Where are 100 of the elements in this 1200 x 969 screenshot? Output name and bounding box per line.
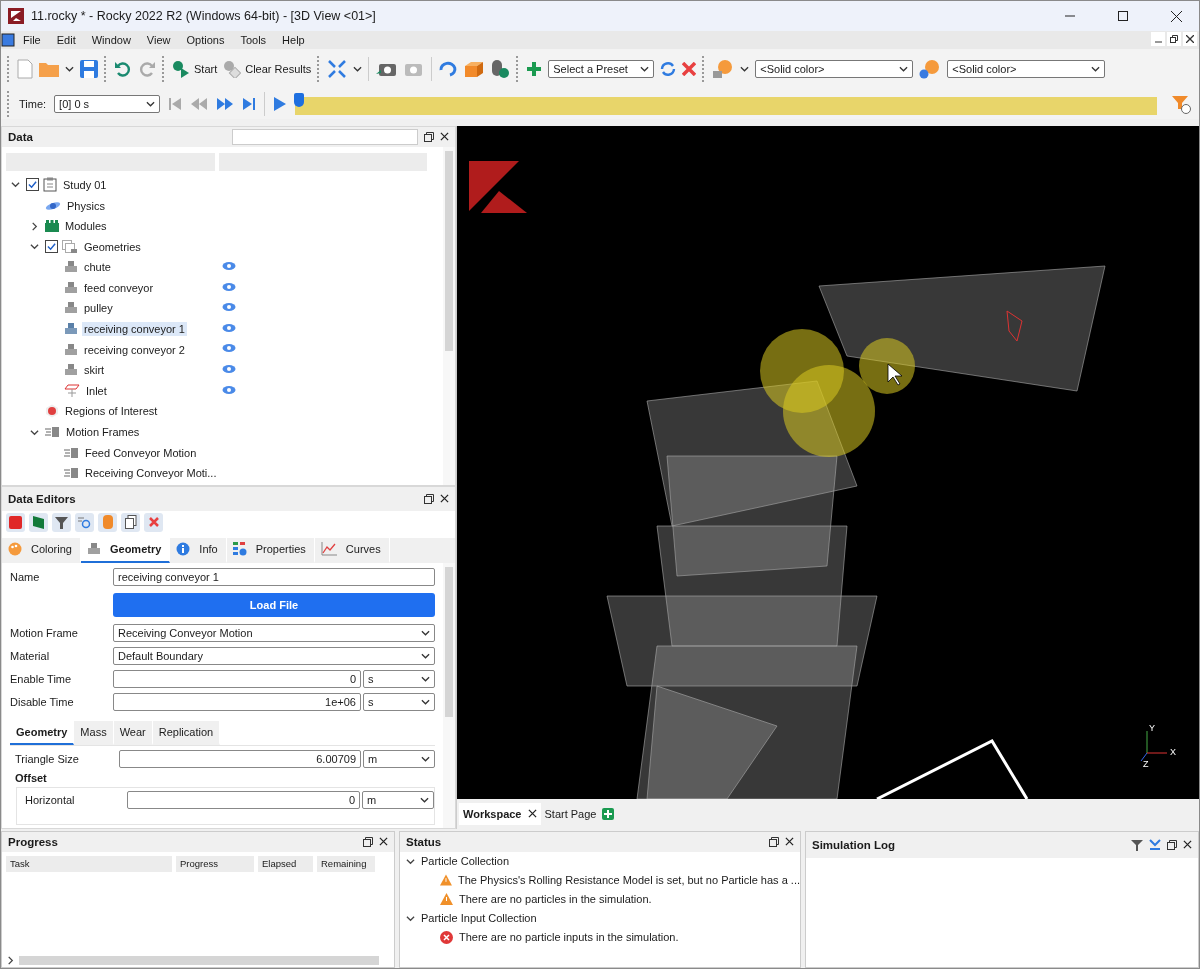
- clear-results-button[interactable]: Clear Results: [223, 55, 312, 82]
- cube-button[interactable]: [6, 512, 25, 532]
- tree-item[interactable]: Regions of Interest: [63, 404, 160, 419]
- column-header[interactable]: Elapsed: [258, 855, 313, 872]
- play-icon[interactable]: [273, 95, 288, 112]
- float-window-icon[interactable]: [1167, 839, 1177, 850]
- start-button[interactable]: Start: [172, 55, 218, 82]
- menu-item[interactable]: Help: [274, 33, 313, 46]
- tree-item[interactable]: pulley: [82, 301, 115, 316]
- 3d-viewport[interactable]: Y X Z: [457, 125, 1199, 799]
- motion-frame-select[interactable]: Receiving Conveyor Motion: [113, 623, 435, 642]
- unit-select[interactable]: m: [362, 790, 434, 809]
- tree-item[interactable]: Physics: [65, 198, 107, 213]
- column-header[interactable]: Remaining: [317, 855, 375, 872]
- menu-item[interactable]: Window: [83, 33, 139, 46]
- menu-item[interactable]: Edit: [48, 33, 84, 46]
- status-group[interactable]: Particle Collection: [421, 855, 510, 868]
- delete-x-icon[interactable]: [682, 61, 697, 76]
- eye-icon[interactable]: [222, 281, 236, 294]
- delete-button[interactable]: [144, 512, 163, 532]
- column-header[interactable]: Progress: [176, 855, 254, 872]
- checkbox[interactable]: [45, 240, 58, 254]
- redo-icon[interactable]: [138, 59, 156, 78]
- load-file-button[interactable]: Load File: [113, 592, 435, 617]
- skip-start-icon[interactable]: [168, 96, 183, 111]
- close-icon[interactable]: [1183, 840, 1192, 850]
- palette-icon[interactable]: [712, 58, 735, 79]
- tree-item[interactable]: Inlet: [84, 383, 109, 398]
- horizontal-input[interactable]: 0: [127, 790, 360, 809]
- fast-forward-icon[interactable]: [216, 96, 235, 111]
- workspace-tab[interactable]: Workspace: [459, 802, 541, 825]
- material-select[interactable]: Default Boundary: [113, 646, 435, 665]
- menu-item[interactable]: File: [15, 33, 49, 46]
- menu-item[interactable]: Tools: [232, 33, 275, 46]
- palette-icon[interactable]: [919, 58, 942, 79]
- status-group[interactable]: Particle Input Collection: [421, 912, 537, 925]
- column-header[interactable]: Task: [6, 855, 172, 872]
- tree-item[interactable]: chute: [82, 260, 113, 275]
- box-icon[interactable]: [464, 59, 485, 78]
- eye-icon[interactable]: [222, 261, 236, 273]
- close-icon[interactable]: [379, 837, 388, 847]
- save-icon[interactable]: [80, 59, 98, 78]
- float-window-icon[interactable]: [363, 836, 373, 847]
- scrollbar[interactable]: [443, 146, 455, 485]
- menu-item[interactable]: Options: [178, 33, 233, 46]
- color-select[interactable]: <Solid color>: [755, 59, 914, 78]
- filter-icon[interactable]: [1131, 838, 1143, 851]
- time-select[interactable]: [0] 0 s: [54, 94, 161, 113]
- skip-end-icon[interactable]: [242, 96, 257, 111]
- sub-tab[interactable]: Wear: [113, 720, 153, 745]
- time-input[interactable]: 0: [113, 669, 361, 688]
- sub-tab[interactable]: Mass: [74, 720, 114, 745]
- float-window-icon[interactable]: [769, 836, 779, 847]
- editor-tab[interactable]: Geometry: [80, 537, 171, 563]
- cube-icon[interactable]: [1, 32, 15, 47]
- unit-select[interactable]: s: [363, 692, 435, 711]
- close-icon[interactable]: [440, 494, 449, 504]
- restore-button[interactable]: [1167, 32, 1181, 46]
- refresh-icon[interactable]: [660, 60, 677, 77]
- unit-select[interactable]: s: [363, 669, 435, 688]
- copy-button[interactable]: [121, 512, 140, 532]
- tree-item[interactable]: Geometries: [82, 239, 143, 254]
- tree-item[interactable]: Modules: [63, 219, 109, 234]
- float-window-icon[interactable]: [424, 493, 434, 504]
- filter-button[interactable]: [52, 512, 71, 532]
- tree-item[interactable]: receiving conveyor 2: [82, 342, 187, 357]
- menu-item[interactable]: View: [138, 33, 179, 46]
- eye-icon[interactable]: [222, 322, 236, 335]
- close-icon[interactable]: [440, 132, 449, 142]
- workspace-tab[interactable]: Start Page: [540, 802, 619, 825]
- tree-item[interactable]: feed conveyor: [82, 280, 156, 295]
- add-tab-icon[interactable]: [602, 807, 615, 820]
- name-input[interactable]: receiving conveyor 1: [113, 567, 435, 586]
- funnel-clock-icon[interactable]: [1171, 93, 1191, 114]
- plus-icon[interactable]: [526, 60, 543, 77]
- color-select[interactable]: <Solid color>: [947, 59, 1106, 78]
- scroll-down-icon[interactable]: [1149, 838, 1161, 851]
- tree-item[interactable]: Feed Conveyor Motion: [83, 445, 199, 460]
- close-icon[interactable]: [785, 837, 794, 847]
- tree-item[interactable]: Motion Frames: [64, 425, 142, 440]
- scrollbar[interactable]: [443, 562, 455, 828]
- eye-icon[interactable]: [222, 363, 236, 376]
- tree-item[interactable]: Study 01: [61, 177, 109, 192]
- search-button[interactable]: [75, 512, 94, 532]
- tree-item[interactable]: Receiving Conveyor Moti...: [83, 466, 219, 481]
- search-field[interactable]: [232, 128, 418, 145]
- close-icon[interactable]: [527, 809, 537, 819]
- preset-select[interactable]: Select a Preset: [548, 59, 655, 78]
- time-input[interactable]: 1e+06: [113, 692, 361, 711]
- float-window-icon[interactable]: [424, 131, 434, 142]
- eye-icon[interactable]: [222, 384, 236, 397]
- timeline-track[interactable]: [295, 92, 1157, 115]
- triangle-size-input[interactable]: 6.00709: [119, 749, 361, 768]
- undo-icon[interactable]: [114, 59, 132, 78]
- tree-item[interactable]: receiving conveyor 1: [82, 322, 187, 337]
- sub-tab[interactable]: Replication: [152, 720, 221, 745]
- unit-select[interactable]: m: [363, 749, 435, 768]
- checkbox[interactable]: [26, 178, 39, 192]
- timeline-slider-thumb[interactable]: [294, 92, 305, 107]
- rewind-icon[interactable]: [190, 96, 209, 111]
